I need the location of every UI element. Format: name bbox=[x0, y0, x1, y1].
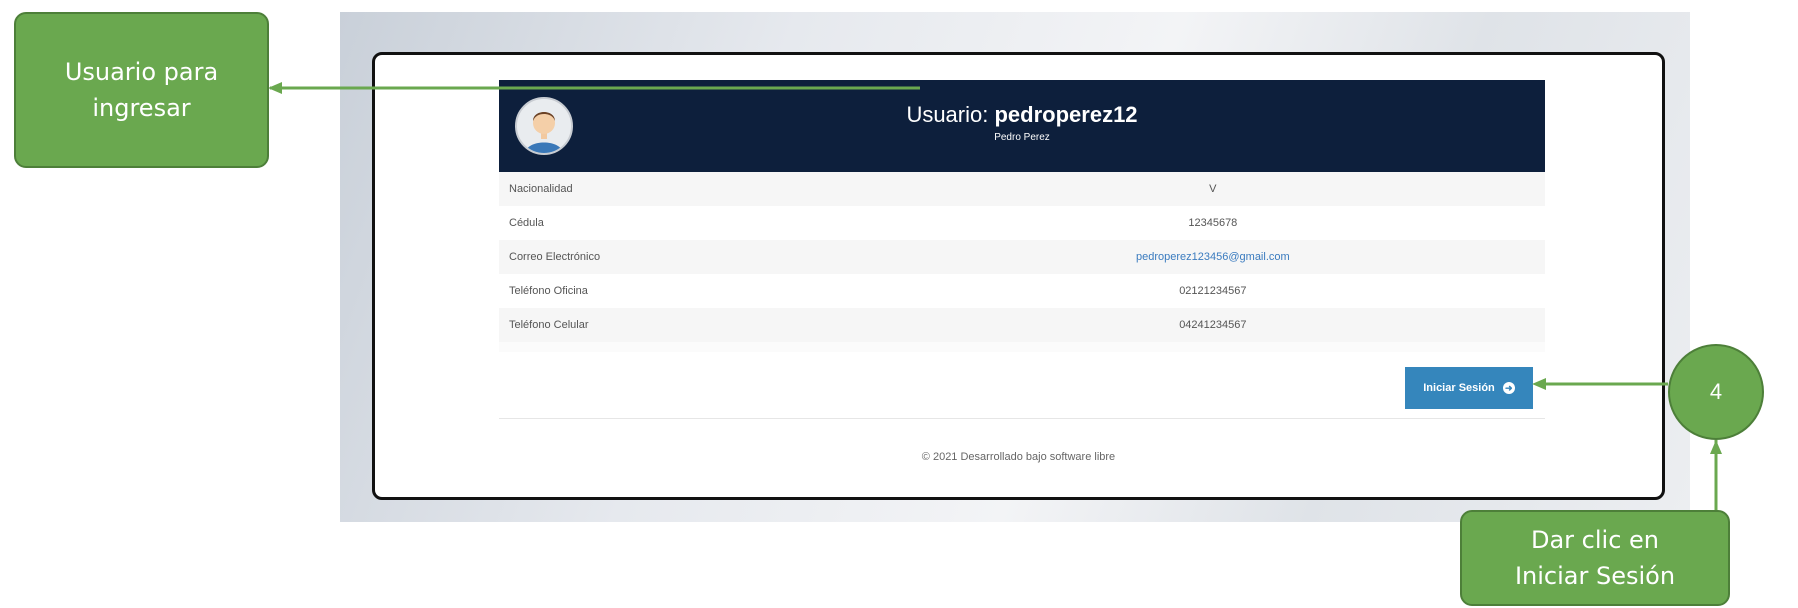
full-name-text: Pedro Perez bbox=[994, 132, 1050, 143]
table-row: Teléfono Celular 04241234567 bbox=[499, 308, 1545, 342]
email-link[interactable]: pedroperez123456@gmail.com bbox=[970, 240, 1545, 274]
user-details-table: Nacionalidad V Cédula 12345678 Correo El… bbox=[499, 172, 1545, 342]
table-row: Correo Electrónico pedroperez123456@gmai… bbox=[499, 240, 1545, 274]
table-row: Nacionalidad V bbox=[499, 172, 1545, 206]
user-header: Usuario: pedroperez12 Pedro Perez bbox=[499, 80, 1545, 172]
click-callout-line1: Dar clic en bbox=[1530, 526, 1659, 554]
arrow-right-circle-icon: ➜ bbox=[1502, 382, 1515, 394]
row-label: Nacionalidad bbox=[509, 183, 573, 195]
row-value: 12345678 bbox=[1188, 217, 1238, 229]
user-callout-line2: ingresar bbox=[92, 94, 191, 122]
row-label: Cédula bbox=[509, 217, 544, 229]
divider bbox=[499, 418, 1545, 419]
row-label: Teléfono Oficina bbox=[509, 285, 588, 297]
row-label: Correo Electrónico bbox=[509, 251, 601, 263]
click-callout-line2: Iniciar Sesión bbox=[1514, 562, 1676, 590]
row-value: V bbox=[1209, 183, 1217, 195]
title-prefix: Usuario: bbox=[906, 102, 989, 127]
user-info-card: Usuario: pedroperez12 Pedro Perez Nacion… bbox=[372, 52, 1665, 500]
user-callout: Usuario para ingresar bbox=[14, 12, 269, 168]
header-title: Usuario: pedroperez12 bbox=[499, 102, 1545, 128]
login-button-label: Iniciar Sesión bbox=[1423, 382, 1495, 394]
footer-text: © 2021 Desarrollado bajo software libre bbox=[921, 451, 1116, 463]
step-number-badge: 4 bbox=[1668, 344, 1764, 440]
row-value: 04241234567 bbox=[1179, 319, 1247, 331]
username-text: pedroperez12 bbox=[994, 102, 1138, 127]
table-spacer bbox=[499, 342, 1545, 352]
user-callout-line1: Usuario para bbox=[64, 58, 219, 86]
row-value: 02121234567 bbox=[1179, 285, 1247, 297]
table-row: Cédula 12345678 bbox=[499, 206, 1545, 240]
click-callout: Dar clic en Iniciar Sesión bbox=[1460, 510, 1730, 606]
row-label: Teléfono Celular bbox=[509, 319, 589, 331]
login-button[interactable]: Iniciar Sesión ➜ bbox=[1405, 367, 1533, 409]
table-row: Teléfono Oficina 02121234567 bbox=[499, 274, 1545, 308]
